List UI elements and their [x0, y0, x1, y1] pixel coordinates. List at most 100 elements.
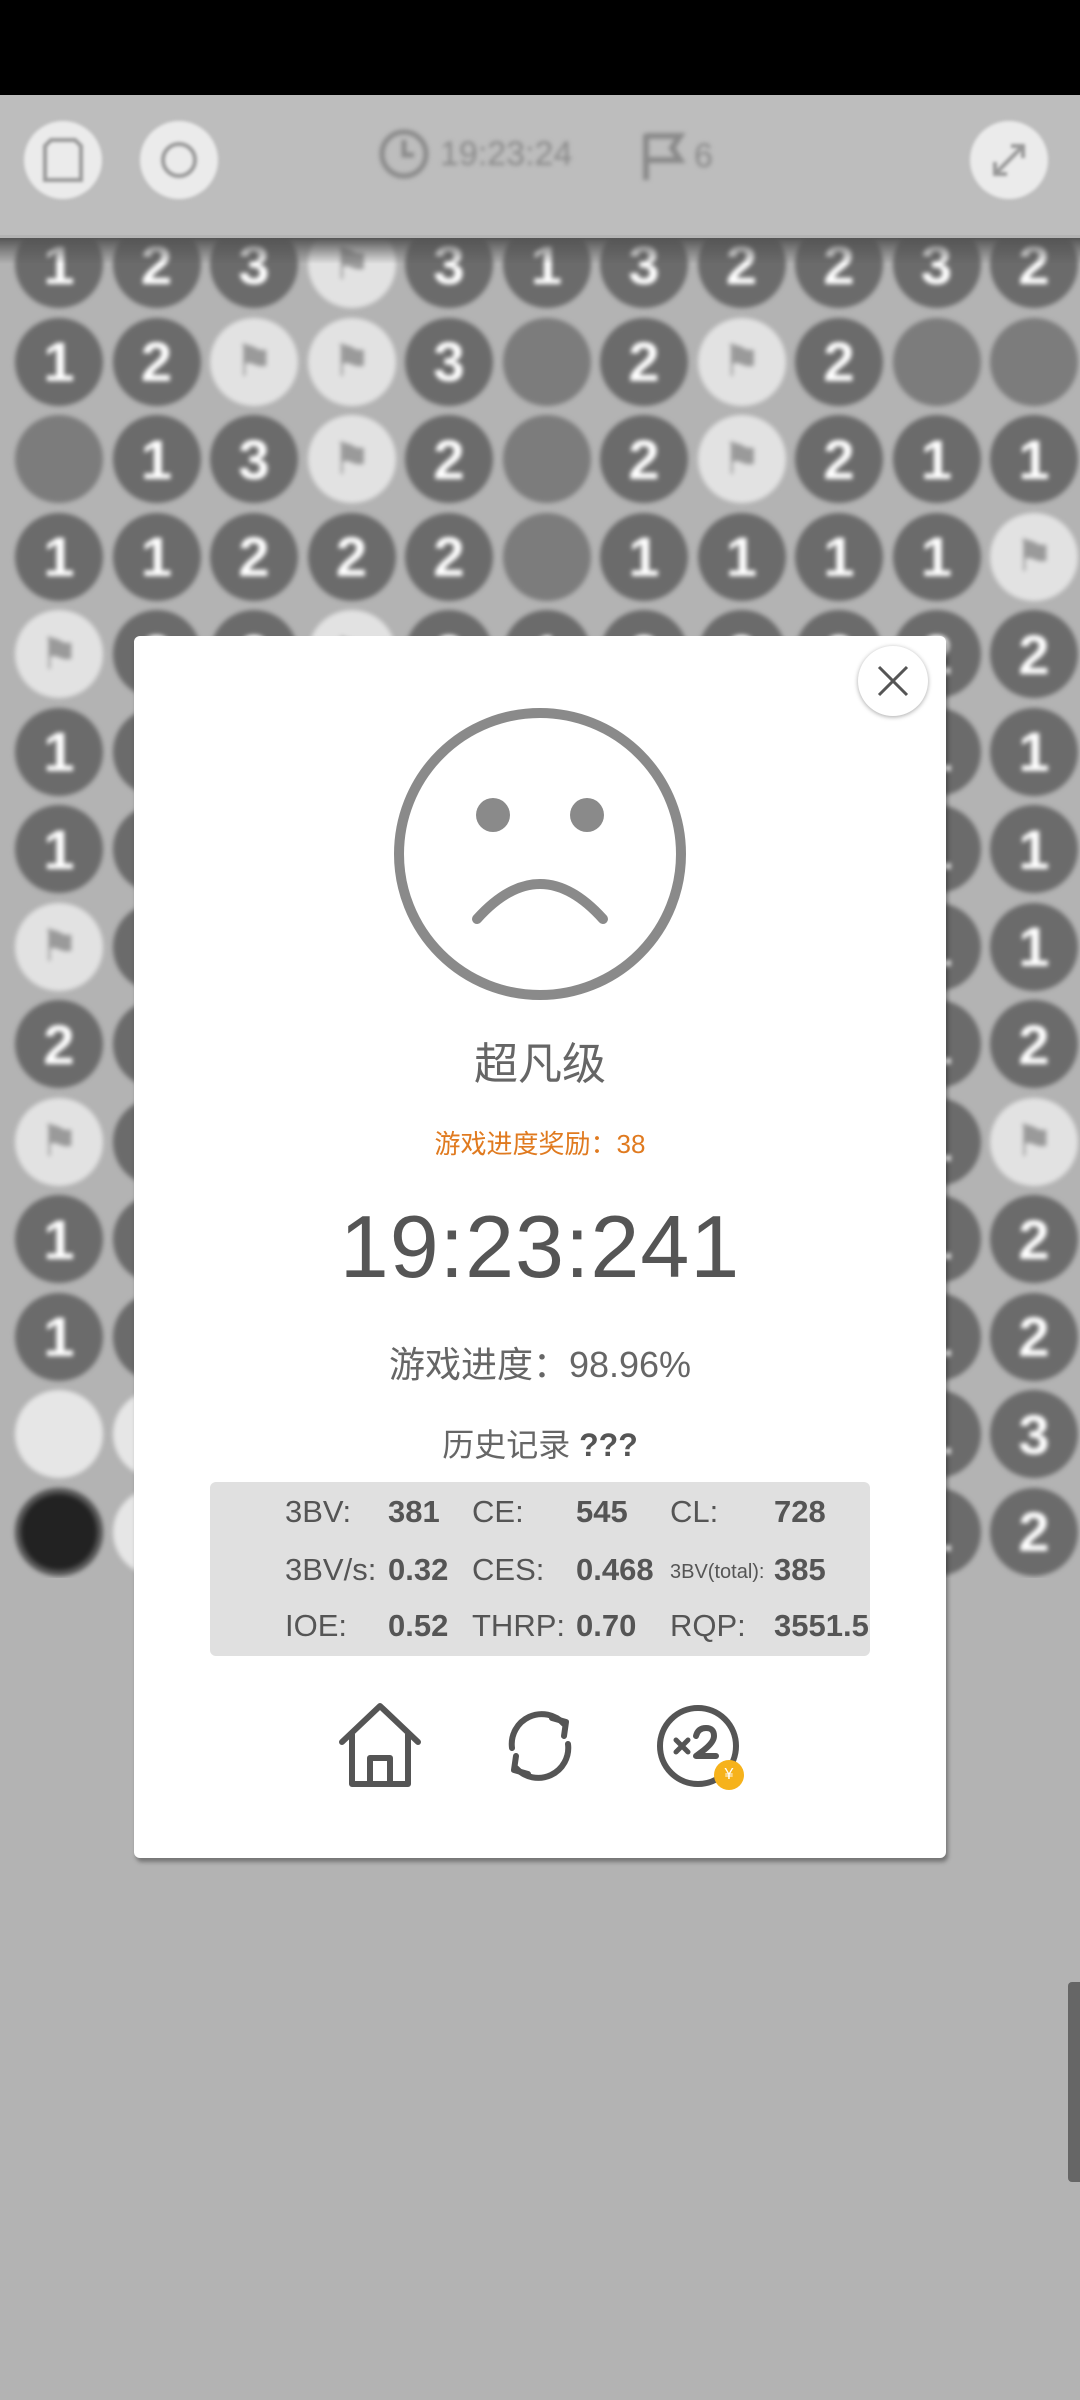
home-icon — [339, 1703, 421, 1787]
history-value: ??? — [579, 1427, 638, 1463]
save-button[interactable] — [24, 121, 102, 199]
board-cell-number[interactable]: 2 — [990, 1000, 1078, 1088]
board-cell-number[interactable]: 1 — [795, 512, 883, 601]
stat-ces-value: 0.468 — [576, 1552, 654, 1587]
stat-ces-label: CES: — [472, 1552, 545, 1587]
board-cell-number[interactable]: 1 — [600, 512, 688, 601]
history-record: 历史记录 ??? — [134, 1420, 946, 1466]
board-cell-number[interactable]: 2 — [600, 415, 688, 503]
board-cell-number[interactable]: 1 — [892, 512, 981, 601]
board-cell-flag[interactable]: ⚑ — [697, 415, 786, 503]
board-cell-number[interactable]: 2 — [210, 512, 298, 601]
board-top-shadow — [0, 238, 1080, 264]
board-cell-number[interactable]: 2 — [307, 512, 396, 601]
board-cell-number[interactable]: 3 — [405, 317, 493, 406]
board-cell-number[interactable]: 1 — [15, 1195, 103, 1283]
home-button[interactable] — [330, 1696, 430, 1796]
board-cell-number[interactable]: 2 — [990, 610, 1078, 698]
timer-text: 19:23:24 — [440, 134, 573, 173]
board-cell-number[interactable]: 2 — [112, 317, 201, 406]
stat-3bv-label: 3BV: — [285, 1494, 352, 1529]
board-cell-number[interactable]: 1 — [15, 317, 103, 406]
restart-icon — [508, 1711, 572, 1781]
board-cell-flag[interactable]: ⚑ — [990, 512, 1078, 601]
board-cell-flag[interactable]: ⚑ — [307, 415, 396, 503]
stat-ce-value: 545 — [576, 1494, 628, 1529]
board-cell-flag[interactable]: ⚑ — [697, 317, 786, 406]
close-icon — [877, 665, 909, 697]
double-reward-button[interactable]: ¥ — [648, 1696, 748, 1796]
action-buttons: ¥ — [134, 1696, 946, 1796]
board-cell-flag[interactable]: ⚑ — [15, 610, 103, 698]
zoom-button[interactable] — [970, 121, 1048, 199]
stat-ioe-value: 0.52 — [388, 1608, 449, 1643]
difficulty-level: 超凡级 — [474, 1040, 606, 1089]
game-progress: 游戏进度：98.96% — [388, 1344, 692, 1385]
board-cell-empty[interactable] — [502, 415, 591, 503]
board-cell-number[interactable]: 3 — [210, 415, 298, 503]
stat-rqp-label: RQP: — [670, 1608, 746, 1643]
board-cell-empty[interactable] — [892, 317, 981, 406]
sd-card-icon — [43, 138, 83, 182]
stat-rqp-value: 3551.5 — [774, 1608, 869, 1643]
board-cell-number[interactable]: 1 — [15, 805, 103, 893]
board-cell-open[interactable] — [15, 1390, 103, 1478]
board-cell-number[interactable]: 2 — [990, 1487, 1078, 1576]
stat-thrp-label: THRP: — [472, 1608, 565, 1643]
board-cell-flag[interactable]: ⚑ — [307, 317, 396, 406]
board-cell-number[interactable]: 2 — [795, 317, 883, 406]
expand-icon — [993, 144, 1025, 176]
board-cell-number[interactable]: 1 — [112, 415, 201, 503]
close-button[interactable] — [858, 646, 928, 716]
board-cell-number[interactable]: 1 — [990, 415, 1078, 503]
board-cell-number[interactable]: 1 — [990, 902, 1078, 991]
hint-button[interactable] — [140, 121, 218, 199]
board-cell-number[interactable]: 2 — [15, 1000, 103, 1088]
board-cell-number[interactable]: 2 — [600, 317, 688, 406]
board-cell-number[interactable]: 2 — [990, 1292, 1078, 1381]
board-cell-number[interactable]: 1 — [15, 707, 103, 796]
restart-button[interactable] — [490, 1696, 590, 1796]
stat-thrp-value: 0.70 — [576, 1608, 637, 1643]
stat-3bv-total-label: 3BV(total): — [670, 1561, 765, 1583]
board-cell-empty[interactable] — [990, 317, 1078, 406]
side-drawer-handle[interactable] — [1068, 1982, 1080, 2182]
board-cell-flag[interactable]: ⚑ — [15, 1097, 103, 1186]
board-cell-empty[interactable] — [502, 512, 591, 601]
history-label: 历史记录 — [442, 1427, 571, 1463]
board-cell-number[interactable]: 2 — [405, 512, 493, 601]
board-cell-number[interactable]: 1 — [990, 805, 1078, 893]
board-cell-number[interactable]: 1 — [990, 707, 1078, 796]
game-over-dialog: 超凡级 游戏进度奖励：38 19:23:241 游戏进度：98.96% 历史记录… — [134, 636, 946, 1858]
board-cell-number[interactable]: 2 — [795, 415, 883, 503]
sad-face-icon — [394, 708, 686, 1000]
board-cell-number[interactable]: 3 — [990, 1390, 1078, 1478]
board-cell-flag[interactable]: ⚑ — [990, 1097, 1078, 1186]
flag-icon — [643, 133, 686, 180]
coin-icon: ¥ — [714, 1760, 744, 1790]
stats-panel: 3BV: 381 CE: 545 CL: 728 3BV/s: 0.32 CES… — [210, 1482, 870, 1656]
board-cell-number[interactable]: 2 — [405, 415, 493, 503]
board-cell-number[interactable]: 2 — [990, 1195, 1078, 1283]
status-bar — [0, 0, 1080, 95]
stat-3bv-value: 381 — [388, 1494, 440, 1529]
progress-reward: 游戏进度奖励：38 — [434, 1129, 646, 1159]
board-cell-flag[interactable]: ⚑ — [15, 902, 103, 991]
board-cell-mine[interactable] — [15, 1487, 103, 1576]
flag-counter: 6 — [640, 130, 713, 182]
board-cell-flag[interactable]: ⚑ — [210, 317, 298, 406]
board-cell-number[interactable]: 1 — [112, 512, 201, 601]
elapsed-time: 19:23:241 — [339, 1197, 741, 1296]
stat-cl-value: 728 — [774, 1494, 826, 1529]
board-cell-empty[interactable] — [502, 317, 591, 406]
board-cell-number[interactable]: 1 — [15, 1292, 103, 1381]
timer: 19:23:24 — [378, 128, 572, 180]
board-cell-empty[interactable] — [15, 415, 103, 503]
board-cell-number[interactable]: 1 — [15, 512, 103, 601]
stat-3bv-total-value: 385 — [774, 1552, 826, 1587]
stat-ce-label: CE: — [472, 1494, 524, 1529]
board-cell-number[interactable]: 1 — [892, 415, 981, 503]
stat-cl-label: CL: — [670, 1494, 719, 1529]
board-cell-number[interactable]: 1 — [697, 512, 786, 601]
help-icon — [161, 142, 197, 178]
